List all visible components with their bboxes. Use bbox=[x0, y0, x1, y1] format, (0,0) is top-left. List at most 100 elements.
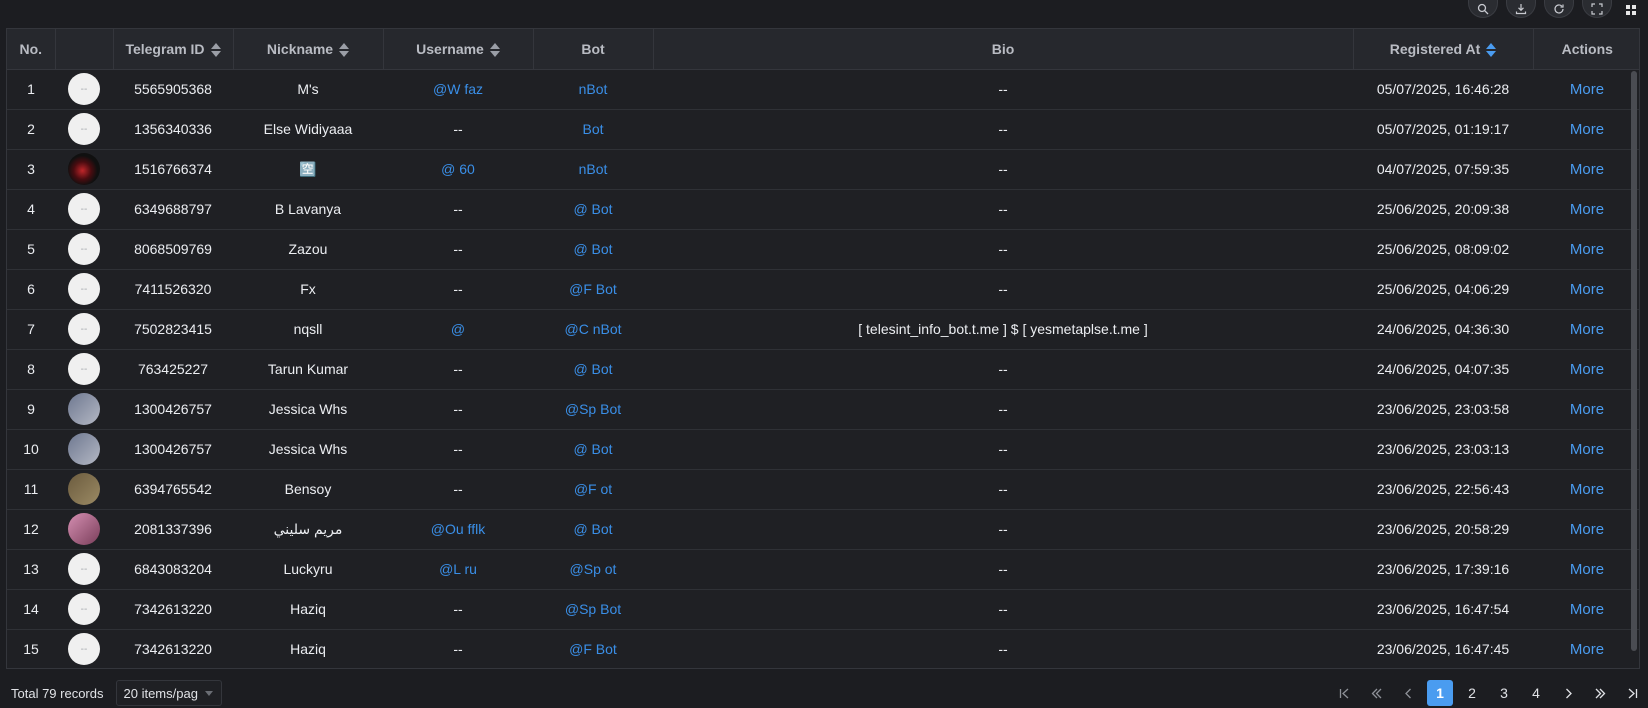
table-toolbar bbox=[1468, 0, 1648, 22]
avatar[interactable]: -- bbox=[68, 233, 100, 265]
bio-cell: -- bbox=[653, 149, 1353, 190]
more-button[interactable]: More bbox=[1533, 389, 1639, 430]
bot-link[interactable]: @F Bot bbox=[533, 269, 653, 310]
row-number: 5 bbox=[7, 229, 55, 270]
bot-link[interactable]: @C nBot bbox=[533, 309, 653, 350]
more-button[interactable]: More bbox=[1533, 349, 1639, 390]
more-button[interactable]: More bbox=[1533, 509, 1639, 550]
more-button[interactable]: More bbox=[1533, 429, 1639, 470]
vertical-scrollbar[interactable] bbox=[1631, 71, 1637, 651]
sort-icon[interactable] bbox=[489, 42, 500, 57]
bot-link[interactable]: @F Bot bbox=[533, 629, 653, 668]
column-header-nickname[interactable]: Nickname bbox=[233, 29, 384, 70]
page-button-3[interactable]: 3 bbox=[1488, 680, 1520, 706]
jump-back-button[interactable] bbox=[1360, 680, 1392, 706]
more-button[interactable]: More bbox=[1533, 149, 1639, 190]
download-button[interactable] bbox=[1506, 0, 1536, 18]
avatar-cell: -- bbox=[55, 589, 113, 630]
bot-link[interactable]: @ Bot bbox=[533, 229, 653, 270]
last-page-button[interactable] bbox=[1616, 680, 1648, 706]
jump-forward-button[interactable] bbox=[1584, 680, 1616, 706]
username-cell[interactable]: @W faz bbox=[383, 69, 533, 110]
bot-link[interactable]: @ Bot bbox=[533, 349, 653, 390]
avatar[interactable] bbox=[68, 153, 100, 185]
telegram-id-cell: 1516766374 bbox=[113, 149, 233, 190]
bot-link[interactable]: @ Bot bbox=[533, 429, 653, 470]
search-button[interactable] bbox=[1468, 0, 1498, 18]
prev-page-button[interactable] bbox=[1392, 680, 1424, 706]
more-button[interactable]: More bbox=[1533, 189, 1639, 230]
more-button[interactable]: More bbox=[1533, 229, 1639, 270]
registered-at-cell: 25/06/2025, 08:09:02 bbox=[1353, 229, 1533, 270]
column-header-telegram-id[interactable]: Telegram ID bbox=[113, 29, 234, 70]
bot-link[interactable]: nBot bbox=[533, 149, 653, 190]
more-button[interactable]: More bbox=[1533, 469, 1639, 510]
avatar-cell: -- bbox=[55, 229, 113, 270]
telegram-id-cell: 8068509769 bbox=[113, 229, 233, 270]
bot-link[interactable]: @Sp Bot bbox=[533, 389, 653, 430]
more-button[interactable]: More bbox=[1533, 269, 1639, 310]
avatar[interactable] bbox=[68, 433, 100, 465]
username-cell[interactable]: @ 60 bbox=[383, 149, 533, 190]
more-button[interactable]: More bbox=[1533, 309, 1639, 350]
fullscreen-button[interactable] bbox=[1582, 0, 1612, 18]
more-button[interactable]: More bbox=[1533, 589, 1639, 630]
column-header-registered-at[interactable]: Registered At bbox=[1353, 29, 1534, 70]
avatar[interactable] bbox=[68, 473, 100, 505]
registered-at-cell: 24/06/2025, 04:07:35 bbox=[1353, 349, 1533, 390]
username-cell: -- bbox=[383, 389, 533, 430]
page-button-4[interactable]: 4 bbox=[1520, 680, 1552, 706]
avatar[interactable]: -- bbox=[68, 193, 100, 225]
registered-at-cell: 05/07/2025, 01:19:17 bbox=[1353, 109, 1533, 150]
next-page-button[interactable] bbox=[1552, 680, 1584, 706]
sort-icon[interactable] bbox=[210, 42, 221, 57]
refresh-button[interactable] bbox=[1544, 0, 1574, 18]
bot-link[interactable]: Bot bbox=[533, 109, 653, 150]
avatar[interactable]: -- bbox=[68, 353, 100, 385]
registered-at-cell: 23/06/2025, 16:47:54 bbox=[1353, 589, 1533, 630]
first-page-button[interactable] bbox=[1328, 680, 1360, 706]
username-cell[interactable]: @Ou fflk bbox=[383, 509, 533, 550]
more-button[interactable]: More bbox=[1533, 549, 1639, 590]
avatar[interactable] bbox=[68, 513, 100, 545]
bot-link[interactable]: @ Bot bbox=[533, 509, 653, 550]
avatar[interactable] bbox=[68, 393, 100, 425]
registered-at-cell: 24/06/2025, 04:36:30 bbox=[1353, 309, 1533, 350]
total-records: Total 79 records bbox=[11, 685, 104, 701]
page-size-select[interactable]: 20 items/pag bbox=[115, 680, 222, 706]
bot-link[interactable]: @Sp Bot bbox=[533, 589, 653, 630]
more-button[interactable]: More bbox=[1533, 629, 1639, 668]
bot-link[interactable]: nBot bbox=[533, 69, 653, 110]
bio-cell: -- bbox=[653, 349, 1353, 390]
table-row: 7 -- 7502823415 nqsll @ @C nBot[ telesint_inf… bbox=[7, 309, 1639, 350]
refresh-icon bbox=[1554, 4, 1564, 14]
bot-link[interactable]: @F ot bbox=[533, 469, 653, 510]
avatar[interactable]: -- bbox=[68, 553, 100, 585]
more-button[interactable]: More bbox=[1533, 109, 1639, 150]
page-button-1[interactable]: 1 bbox=[1427, 680, 1453, 706]
avatar[interactable]: -- bbox=[68, 73, 100, 105]
grid-button[interactable] bbox=[1620, 0, 1642, 18]
avatar[interactable]: -- bbox=[68, 113, 100, 145]
sort-icon[interactable] bbox=[339, 42, 350, 57]
page-button-2[interactable]: 2 bbox=[1456, 680, 1488, 706]
nickname-cell: مريم سليني bbox=[233, 509, 383, 550]
telegram-id-cell: 6349688797 bbox=[113, 189, 233, 230]
avatar[interactable]: -- bbox=[68, 313, 100, 345]
avatar[interactable]: -- bbox=[68, 593, 100, 625]
username-cell[interactable]: @ bbox=[383, 309, 533, 350]
username-cell[interactable]: @L ru bbox=[383, 549, 533, 590]
avatar[interactable]: -- bbox=[68, 633, 100, 665]
sort-desc-icon[interactable] bbox=[1486, 42, 1497, 57]
username-cell: -- bbox=[383, 189, 533, 230]
avatar[interactable]: -- bbox=[68, 273, 100, 305]
row-number: 9 bbox=[7, 389, 55, 430]
more-button[interactable]: More bbox=[1533, 69, 1639, 110]
registered-at-cell: 23/06/2025, 17:39:16 bbox=[1353, 549, 1533, 590]
column-header-username[interactable]: Username bbox=[383, 29, 534, 70]
registered-at-cell: 23/06/2025, 20:58:29 bbox=[1353, 509, 1533, 550]
double-chevron-right-icon bbox=[1595, 688, 1605, 698]
bot-link[interactable]: @ Bot bbox=[533, 189, 653, 230]
nickname-cell: Else Widiyaaa bbox=[233, 109, 383, 150]
bot-link[interactable]: @Sp ot bbox=[533, 549, 653, 590]
